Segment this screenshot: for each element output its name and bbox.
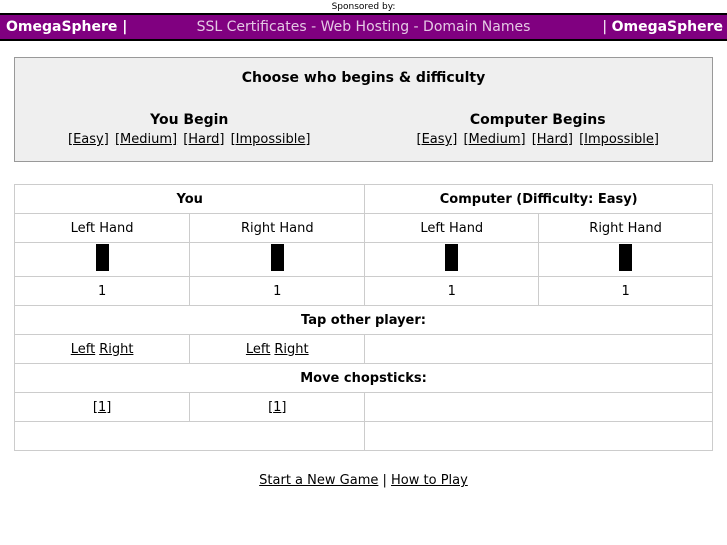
how-to-play-link[interactable]: How to Play	[391, 473, 468, 488]
table-row-players: You Computer (Difficulty: Easy)	[13, 184, 713, 214]
computer-begins-label: Computer Begins	[469, 112, 606, 128]
you-begin-levels: [Easy] [Medium] [Hard] [Impossible]	[15, 132, 364, 147]
player-left-move-cell: [1]	[13, 392, 191, 422]
player-right-tap-left-link[interactable]: Left	[246, 342, 270, 357]
chooser-columns: You Begin [Easy] [Medium] [Hard] [Imposs…	[15, 112, 712, 147]
sponsor-brand-right[interactable]: | OmegaSphere	[602, 19, 727, 35]
tap-empty-computer-cell	[364, 334, 713, 364]
chopstick-bar	[619, 244, 633, 271]
computer-begins-levels: [Easy] [Medium] [Hard] [Impossible]	[364, 132, 713, 147]
computer-begins-easy-link[interactable]: [Easy]	[417, 132, 458, 147]
player-left-hand-label: Left Hand	[13, 213, 191, 243]
table-row-footer-bar	[13, 421, 713, 451]
player-right-chopsticks-cell	[189, 242, 366, 277]
computer-left-chopstick-group	[445, 244, 459, 275]
player-left-move-1-value: 1	[97, 399, 107, 415]
player-left-chopsticks-cell	[13, 242, 191, 277]
player-right-hand-label: Right Hand	[189, 213, 366, 243]
sponsor-brand-right-label: OmegaSphere	[611, 19, 723, 35]
computer-begins-hard-link[interactable]: [Hard]	[532, 132, 573, 147]
player-right-tap-right-link[interactable]: Right	[274, 342, 308, 357]
table-row-move-section: Move chopsticks:	[14, 363, 713, 393]
player-left-tap-cell: Left Right	[13, 334, 191, 364]
you-begin-easy-link[interactable]: [Easy]	[68, 132, 109, 147]
player-left-tap-right-link[interactable]: Right	[99, 342, 133, 357]
footer-links: Start a New Game | How to Play	[14, 473, 713, 488]
player-right-tap-cell: Left Right	[189, 334, 366, 364]
table-row-tap-section: Tap other player:	[14, 305, 713, 335]
computer-right-count: 1	[538, 276, 713, 306]
footer-separator: |	[378, 473, 392, 488]
you-begin-label: You Begin	[150, 112, 229, 128]
move-empty-computer-cell	[364, 392, 713, 422]
chopstick-bar	[270, 244, 284, 271]
player-header-cell: You	[13, 184, 366, 214]
computer-footer-empty-cell	[364, 421, 713, 451]
computer-left-hand-label: Left Hand	[364, 213, 540, 243]
player-right-move-1-value: 1	[273, 399, 282, 415]
computer-begins-impossible-link[interactable]: [Impossible]	[579, 132, 659, 147]
player-left-chopstick-group	[95, 244, 109, 275]
chopstick-bar	[445, 244, 459, 271]
chooser-column-computer-begins: Computer Begins [Easy] [Medium] [Hard] […	[364, 112, 713, 147]
table-row-tap-actions: Left Right Left Right	[13, 334, 713, 364]
computer-left-chopsticks-cell	[364, 242, 540, 277]
computer-right-chopsticks-cell	[538, 242, 713, 277]
you-begin-impossible-link[interactable]: [Impossible]	[231, 132, 311, 147]
page-body: Choose who begins & difficulty You Begin…	[0, 57, 727, 488]
computer-right-hand-label: Right Hand	[538, 213, 713, 243]
computer-header-cell: Computer (Difficulty: Easy)	[364, 184, 713, 214]
player-left-tap-left-link[interactable]: Left	[71, 342, 95, 357]
computer-left-count: 1	[364, 276, 540, 306]
chopstick-bar	[95, 244, 109, 271]
player-right-move-1-link[interactable]: [1]	[268, 400, 286, 415]
sponsor-brand-left[interactable]: OmegaSphere |	[0, 19, 127, 35]
table-row-move-actions: [1] [1]	[13, 392, 713, 422]
start-new-game-link[interactable]: Start a New Game	[259, 473, 378, 488]
player-right-chopstick-group	[270, 244, 284, 275]
sponsor-brand-right-bar: |	[602, 19, 612, 35]
move-section-header: Move chopsticks:	[14, 363, 713, 393]
tap-section-header: Tap other player:	[14, 305, 713, 335]
computer-right-chopstick-group	[619, 244, 633, 275]
table-row-hand-labels: Left Hand Right Hand Left Hand Right Han…	[13, 213, 713, 243]
player-right-move-cell: [1]	[189, 392, 366, 422]
player-right-count: 1	[189, 276, 366, 306]
game-board-table: You Computer (Difficulty: Easy) Left Han…	[13, 184, 713, 451]
player-left-count: 1	[13, 276, 191, 306]
sponsored-by-label: Sponsored by:	[331, 2, 396, 12]
player-left-move-1-link[interactable]: [1]	[93, 400, 111, 415]
player-footer-black-cell	[13, 421, 366, 451]
difficulty-chooser-panel: Choose who begins & difficulty You Begin…	[14, 57, 713, 162]
chooser-column-you-begin: You Begin [Easy] [Medium] [Hard] [Imposs…	[15, 112, 364, 147]
table-row-counts: 1 1 1 1	[13, 276, 713, 306]
computer-begins-medium-link[interactable]: [Medium]	[463, 132, 525, 147]
you-begin-hard-link[interactable]: [Hard]	[183, 132, 224, 147]
you-begin-medium-link[interactable]: [Medium]	[115, 132, 177, 147]
table-row-chopsticks	[13, 242, 713, 277]
sponsor-ad-banner[interactable]: OmegaSphere | SSL Certificates - Web Hos…	[0, 13, 727, 41]
chooser-title: Choose who begins & difficulty	[241, 70, 486, 86]
